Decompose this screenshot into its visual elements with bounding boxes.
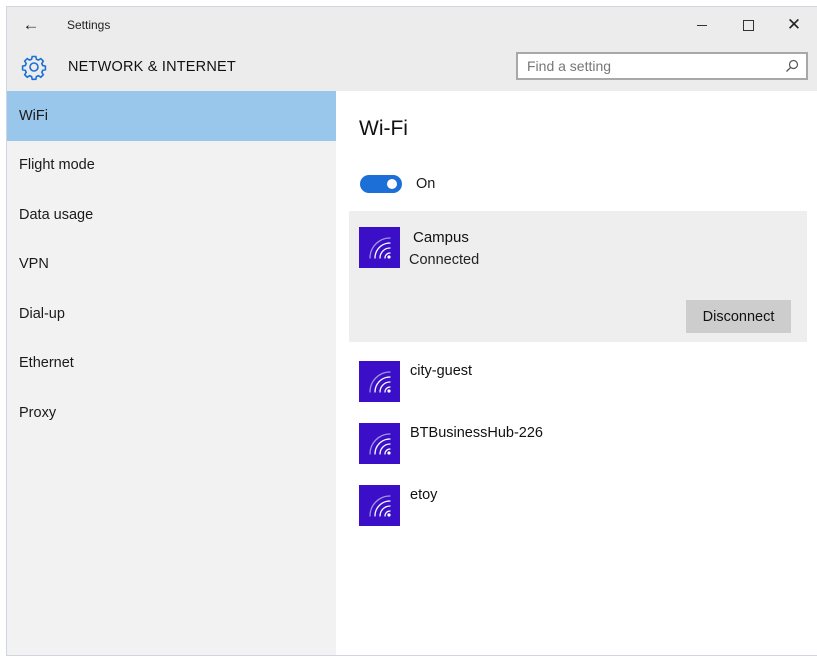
window-title: Settings — [67, 18, 111, 32]
network-item-btbusinesshub[interactable]: BTBusinessHub-226 — [359, 423, 543, 464]
settings-window: ← Settings ✕ NETWORK & INTERNET Find a s… — [6, 6, 817, 656]
main-body: WiFi Flight mode Data usage VPN Dial-up … — [7, 91, 817, 655]
sidebar-item-label: Dial-up — [19, 305, 65, 322]
sidebar-item-flight-mode[interactable]: Flight mode — [7, 141, 336, 191]
maximize-button[interactable] — [725, 7, 771, 43]
sidebar: WiFi Flight mode Data usage VPN Dial-up … — [7, 91, 336, 655]
disconnect-button[interactable]: Disconnect — [686, 300, 791, 333]
wifi-icon — [359, 423, 400, 464]
sidebar-item-ethernet[interactable]: Ethernet — [7, 339, 336, 389]
network-status: Connected — [409, 252, 480, 268]
sidebar-item-label: VPN — [19, 256, 49, 273]
toggle-knob — [387, 179, 397, 189]
minimize-button[interactable] — [679, 7, 725, 43]
network-name: city-guest — [410, 363, 473, 379]
close-icon: ✕ — [786, 15, 802, 34]
sidebar-item-data-usage[interactable]: Data usage — [7, 190, 336, 240]
sidebar-item-label: Data usage — [19, 206, 94, 223]
sidebar-item-wifi[interactable]: WiFi — [7, 91, 336, 141]
network-name: Campus — [413, 229, 469, 246]
content-pane: Wi-Fi On Campus Connected Disconnect cit… — [336, 91, 817, 655]
sidebar-item-label: WiFi — [19, 107, 48, 124]
search-input[interactable] — [518, 57, 781, 75]
wifi-icon — [359, 361, 400, 402]
connected-network-item[interactable]: Campus Connected Disconnect — [349, 211, 807, 342]
network-name: etoy — [410, 487, 438, 503]
window-controls: ✕ — [679, 7, 817, 43]
page-title: Wi-Fi — [359, 117, 408, 140]
sidebar-item-label: Flight mode — [19, 157, 95, 174]
back-button[interactable]: ← — [13, 7, 49, 43]
sidebar-item-label: Ethernet — [19, 355, 74, 372]
search-box[interactable] — [516, 52, 808, 80]
toggle-state-label: On — [416, 176, 436, 192]
sidebar-item-proxy[interactable]: Proxy — [7, 388, 336, 438]
sidebar-item-vpn[interactable]: VPN — [7, 240, 336, 290]
wifi-toggle[interactable] — [360, 175, 402, 193]
sidebar-item-dial-up[interactable]: Dial-up — [7, 289, 336, 339]
network-name: BTBusinessHub-226 — [410, 425, 543, 441]
section-title: NETWORK & INTERNET — [68, 59, 236, 75]
sidebar-item-label: Proxy — [19, 404, 57, 421]
network-item-city-guest[interactable]: city-guest — [359, 361, 472, 402]
title-bar: ← Settings ✕ — [7, 7, 817, 43]
network-item-etoy[interactable]: etoy — [359, 485, 437, 526]
search-icon[interactable] — [781, 55, 803, 77]
wifi-toggle-row: On — [360, 175, 435, 193]
wifi-icon — [359, 227, 400, 268]
back-arrow-icon: ← — [22, 15, 40, 34]
close-button[interactable]: ✕ — [771, 7, 817, 43]
gear-icon — [21, 55, 47, 81]
page-header: NETWORK & INTERNET — [7, 43, 817, 91]
wifi-icon — [359, 485, 400, 526]
